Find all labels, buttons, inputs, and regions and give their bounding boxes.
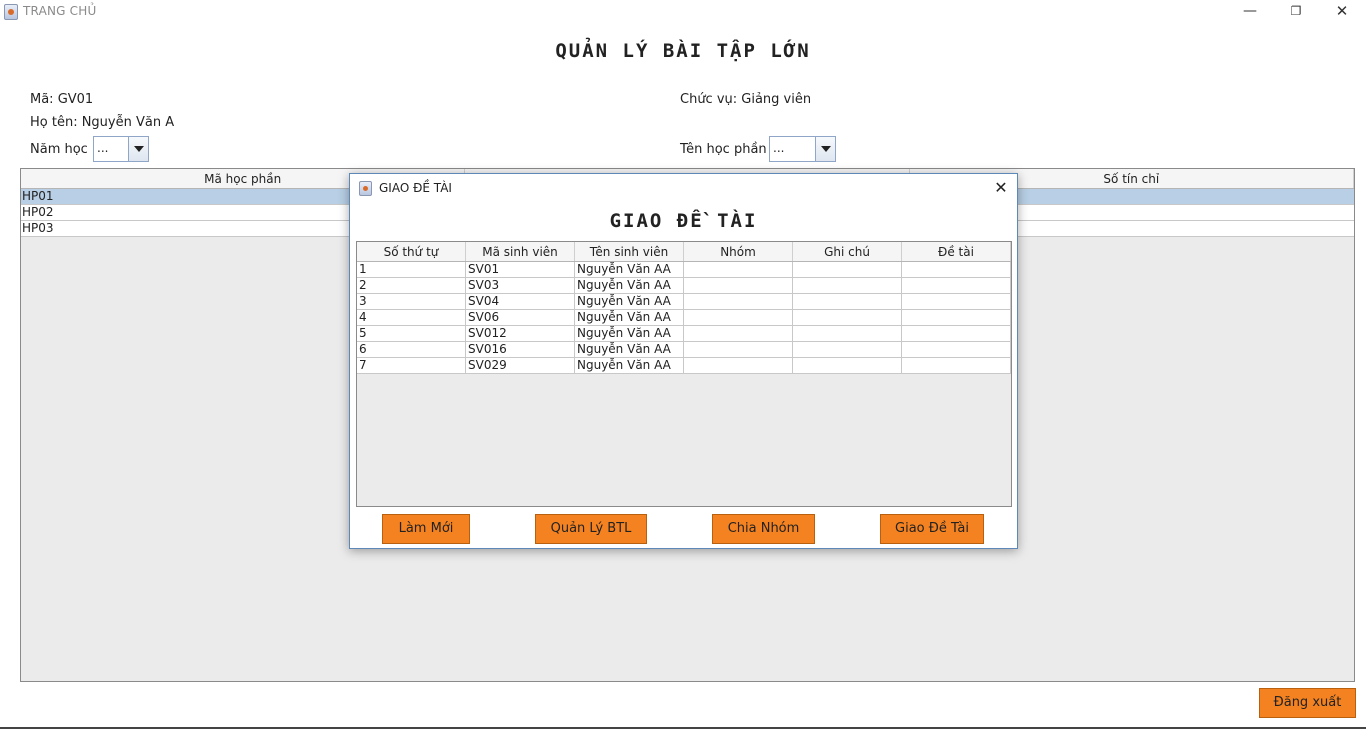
java-app-icon: [4, 4, 18, 20]
cell-index[interactable]: 4: [357, 310, 466, 325]
cell-note[interactable]: [793, 342, 902, 357]
cell-topic[interactable]: [902, 358, 1011, 373]
table-row[interactable]: 7 SV029 Nguyễn Văn AA: [357, 358, 1011, 374]
table-row[interactable]: 6 SV016 Nguyễn Văn AA: [357, 342, 1011, 358]
cell-student-code[interactable]: SV04: [466, 294, 575, 309]
student-table: Số thứ tự Mã sinh viên Tên sinh viên Nhó…: [356, 241, 1012, 507]
minimize-icon[interactable]: —: [1227, 0, 1273, 24]
cell-note[interactable]: [793, 310, 902, 325]
dialog-title: GIAO ĐỀ TÀI: [379, 181, 452, 195]
column-header-note[interactable]: Ghi chú: [793, 242, 902, 261]
cell-index[interactable]: 3: [357, 294, 466, 309]
cell-student-name[interactable]: Nguyễn Văn AA: [575, 262, 684, 277]
table-row[interactable]: 2 SV03 Nguyễn Văn AA: [357, 278, 1011, 294]
restore-icon[interactable]: ❐: [1273, 0, 1319, 24]
cell-student-code[interactable]: SV01: [466, 262, 575, 277]
school-year-label: Năm học: [30, 142, 88, 157]
cell-topic[interactable]: [902, 294, 1011, 309]
cell-student-name[interactable]: Nguyễn Văn AA: [575, 294, 684, 309]
cell-topic[interactable]: [902, 342, 1011, 357]
cell-group[interactable]: [684, 278, 793, 293]
cell-topic[interactable]: [902, 262, 1011, 277]
cell-topic[interactable]: [902, 278, 1011, 293]
cell-note[interactable]: [793, 278, 902, 293]
cell-note[interactable]: [793, 358, 902, 373]
table-row[interactable]: 3 SV04 Nguyễn Văn AA: [357, 294, 1011, 310]
chevron-down-icon[interactable]: [128, 137, 148, 161]
school-year-value: ...: [97, 141, 109, 155]
cell-student-code[interactable]: SV03: [466, 278, 575, 293]
close-icon[interactable]: ✕: [1319, 0, 1365, 24]
cell-group[interactable]: [684, 326, 793, 341]
close-icon[interactable]: ✕: [988, 177, 1014, 199]
cell-index[interactable]: 5: [357, 326, 466, 341]
cell-index[interactable]: 7: [357, 358, 466, 373]
course-name-select[interactable]: ...: [769, 136, 836, 162]
window-title: TRANG CHỦ: [23, 4, 97, 18]
position-label: Chức vụ: Giảng viên: [680, 92, 812, 107]
cell-group[interactable]: [684, 294, 793, 309]
course-name-label: Tên học phần: [680, 142, 767, 157]
table-row[interactable]: 4 SV06 Nguyễn Văn AA: [357, 310, 1011, 326]
cell-student-name[interactable]: Nguyễn Văn AA: [575, 310, 684, 325]
cell-note[interactable]: [793, 262, 902, 277]
column-header-topic[interactable]: Đề tài: [902, 242, 1011, 261]
cell-student-name[interactable]: Nguyễn Văn AA: [575, 358, 684, 373]
cell-note[interactable]: [793, 294, 902, 309]
window-titlebar: TRANG CHỦ — ❐ ✕: [0, 0, 1366, 24]
cell-group[interactable]: [684, 310, 793, 325]
table-row[interactable]: 5 SV012 Nguyễn Văn AA: [357, 326, 1011, 342]
cell-index[interactable]: 6: [357, 342, 466, 357]
logout-button[interactable]: Đăng xuất: [1259, 688, 1356, 718]
page-title: QUẢN LÝ BÀI TẬP LỚN: [555, 40, 811, 62]
cell-student-code[interactable]: SV016: [466, 342, 575, 357]
cell-group[interactable]: [684, 342, 793, 357]
manage-btl-button[interactable]: Quản Lý BTL: [535, 514, 647, 544]
cell-group[interactable]: [684, 358, 793, 373]
java-app-icon: [359, 181, 372, 196]
column-header-group[interactable]: Nhóm: [684, 242, 793, 261]
column-header-student-name[interactable]: Tên sinh viên: [575, 242, 684, 261]
refresh-button[interactable]: Làm Mới: [382, 514, 470, 544]
cell-index[interactable]: 2: [357, 278, 466, 293]
column-header-student-code[interactable]: Mã sinh viên: [466, 242, 575, 261]
assign-topic-dialog: GIAO ĐỀ TÀI ✕ GIAO ĐỀ TÀI Số thứ tự Mã s…: [349, 173, 1018, 549]
school-year-select[interactable]: ...: [93, 136, 149, 162]
cell-student-code[interactable]: SV029: [466, 358, 575, 373]
cell-student-code[interactable]: SV012: [466, 326, 575, 341]
cell-student-name[interactable]: Nguyễn Văn AA: [575, 326, 684, 341]
cell-student-name[interactable]: Nguyễn Văn AA: [575, 342, 684, 357]
dialog-heading: GIAO ĐỀ TÀI: [609, 210, 758, 232]
column-header-index[interactable]: Số thứ tự: [357, 242, 466, 261]
cell-topic[interactable]: [902, 310, 1011, 325]
cell-index[interactable]: 1: [357, 262, 466, 277]
cell-student-name[interactable]: Nguyễn Văn AA: [575, 278, 684, 293]
divide-groups-button[interactable]: Chia Nhóm: [712, 514, 815, 544]
assign-topic-button[interactable]: Giao Đề Tài: [880, 514, 984, 544]
student-table-header: Số thứ tự Mã sinh viên Tên sinh viên Nhó…: [357, 242, 1011, 262]
cell-group[interactable]: [684, 262, 793, 277]
student-table-body: 1 SV01 Nguyễn Văn AA 2 SV03 Nguyễn Văn A…: [357, 262, 1011, 374]
lecturer-name-label: Họ tên: Nguyễn Văn A: [30, 115, 175, 130]
chevron-down-icon[interactable]: [815, 137, 835, 161]
cell-student-code[interactable]: SV06: [466, 310, 575, 325]
course-name-value: ...: [773, 141, 785, 155]
lecturer-code-label: Mã: GV01: [30, 92, 94, 107]
table-row[interactable]: 1 SV01 Nguyễn Văn AA: [357, 262, 1011, 278]
cell-note[interactable]: [793, 326, 902, 341]
cell-topic[interactable]: [902, 326, 1011, 341]
